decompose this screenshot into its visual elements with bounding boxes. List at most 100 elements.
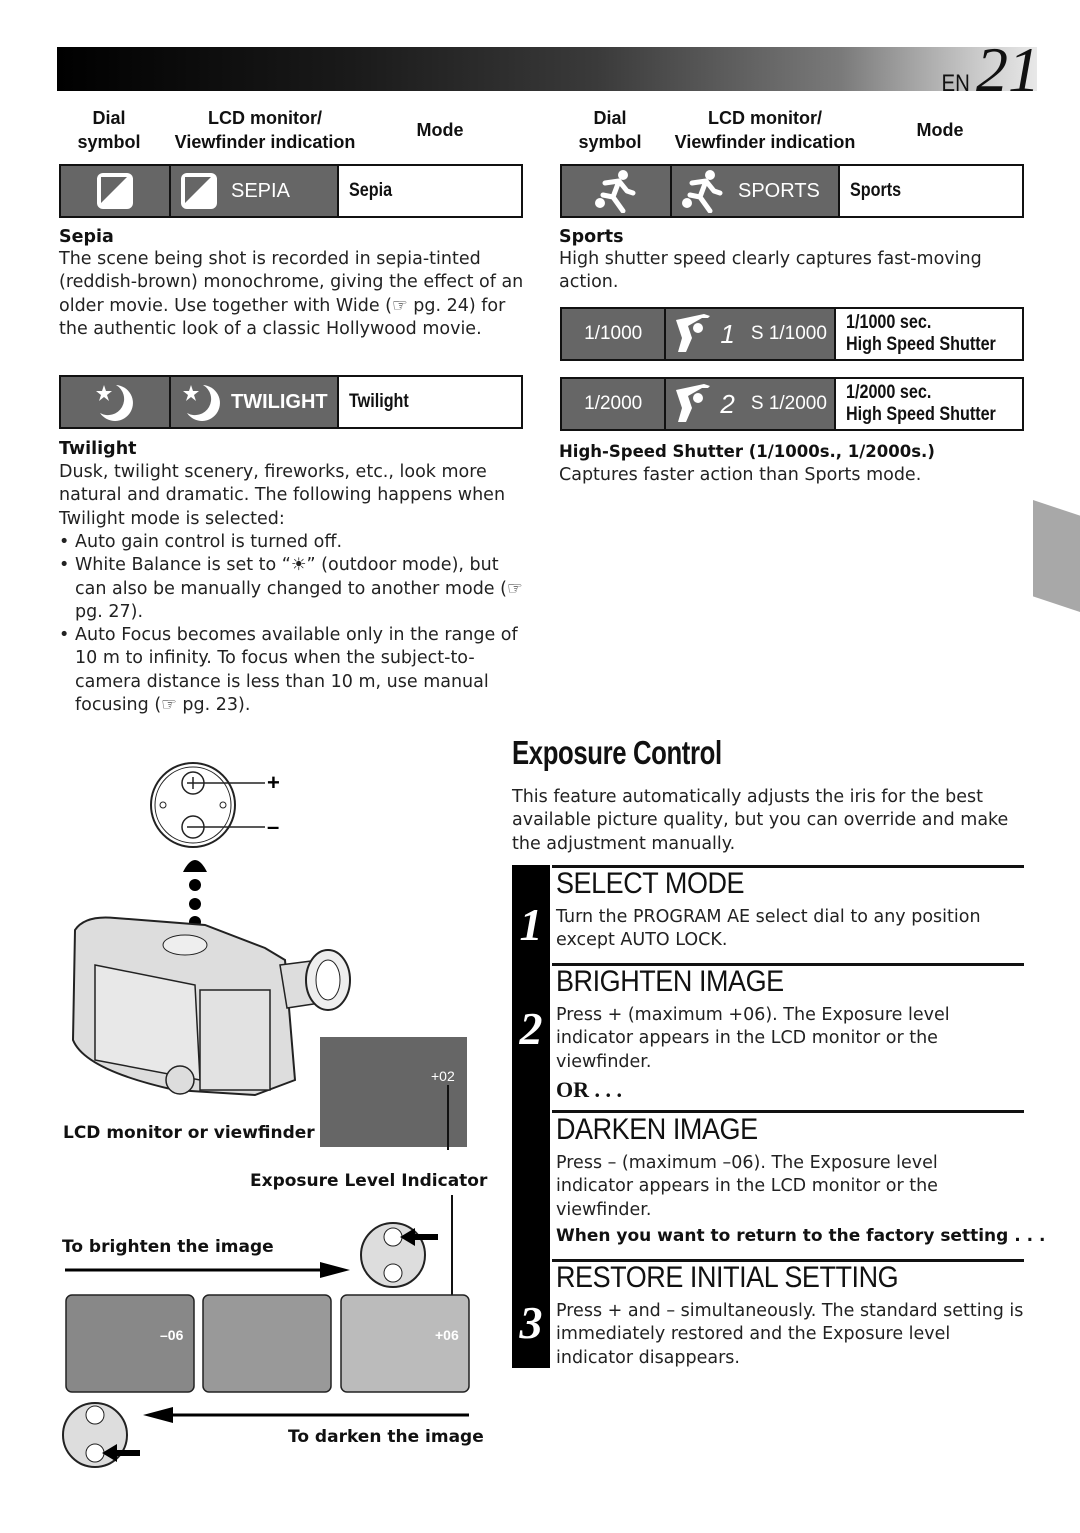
frame-value: –06 (160, 1327, 184, 1343)
mode-name-line2: High Speed Shutter (845, 404, 996, 425)
step-number: 2 (519, 1003, 543, 1054)
plus-label: + (267, 770, 280, 795)
bullet-item: White Balance is set to “☀” (outdoor mod… (59, 554, 529, 624)
step-text: Press + and – simultaneously. The standa… (556, 1301, 1024, 1368)
col-head-dial: Dial symbol (77, 108, 141, 152)
arrow-left-icon (143, 1407, 173, 1423)
twilight-icon (183, 385, 220, 421)
mode-row-shutter-1000: 1/1000 1 S 1/1000 1/1000 sec. High Speed … (560, 307, 1024, 361)
col-head-dial: Dial symbol (578, 108, 642, 152)
page-number-digits: 21 (976, 34, 1040, 105)
mode-name-line1: 1/2000 sec. (845, 382, 932, 403)
sepia-icon (181, 173, 217, 209)
twilight-icon (96, 385, 133, 421)
indication-label: SPORTS (738, 179, 820, 202)
golfer-icon (676, 314, 711, 352)
indication-label: S 1/1000 (750, 323, 827, 344)
mode-name-cell: Sepia (339, 166, 521, 216)
indication-label: S 1/2000 (750, 393, 827, 414)
sepia-icon (97, 173, 133, 209)
lcd-screen (320, 1037, 467, 1147)
col-head-mode: Mode (916, 120, 964, 140)
step-text: Turn the PROGRAM AE select dial to any p… (556, 907, 981, 951)
col-head-lcd: LCD monitor/ Viewfinder indication (674, 108, 856, 152)
col-head-lcd: LCD monitor/ Viewfinder indication (174, 108, 356, 152)
lcd-indication-cell: SEPIA (171, 166, 339, 216)
high-speed-description: Captures faster action than Sports mode. (559, 465, 922, 485)
language-code: EN (941, 70, 970, 97)
golfer-icon (676, 384, 711, 422)
step-number: 1 (519, 899, 543, 950)
dial-symbol-cell: 1/1000 (562, 309, 667, 359)
mode-name: Sepia (349, 180, 393, 201)
shutter-digit: 1 (720, 318, 735, 349)
camcorder-diagram: + – +02 (71, 762, 467, 1150)
bullet-item: Auto gain control is turned off. (59, 531, 529, 555)
exposure-steps-diagram: –06 +06 (62, 1195, 470, 1468)
mode-row-twilight: TWILIGHT Twilight (59, 375, 523, 429)
col-head-mode: Mode (416, 120, 464, 140)
lcd-indication-cell: TWILIGHT (171, 377, 339, 427)
exposure-intro: This feature automatically adjusts the i… (512, 787, 1009, 854)
sepia-description: The scene being shot is recorded in sepi… (59, 249, 524, 339)
dial-symbol-cell (562, 166, 672, 216)
step-text: Press – (maximum –06). The Exposure leve… (556, 1153, 938, 1220)
sports-heading: Sports (559, 227, 624, 247)
exposure-dial-icon (62, 1402, 140, 1468)
shutter-digit: 2 (720, 388, 735, 419)
exposure-dial-icon (360, 1222, 438, 1288)
twilight-bullets: Auto gain control is turned off. White B… (59, 531, 529, 717)
frame-dark: –06 (65, 1294, 195, 1393)
mode-name-line2: High Speed Shutter (845, 334, 996, 355)
lcd-indication-cell: 2 S 1/2000 (666, 379, 836, 429)
frame-value: +06 (435, 1327, 459, 1343)
minus-label: – (267, 814, 279, 839)
mode-name-cell: 1/2000 sec. High Speed Shutter (835, 379, 1022, 429)
high-speed-heading: High-Speed Shutter (1/1000s., 1/2000s.) (559, 442, 935, 461)
section-title: Exposure Control (512, 734, 722, 771)
frame-bright: +06 (340, 1294, 470, 1393)
dial-symbol-cell (61, 377, 171, 427)
step-number: 3 (519, 1297, 543, 1348)
mode-name-cell: 1/1000 sec. High Speed Shutter (835, 309, 1022, 359)
lcd-indication-cell: SPORTS (672, 166, 840, 216)
sports-icon (595, 170, 636, 213)
arrow-up-icon (183, 860, 207, 872)
page-number: EN 21 (939, 38, 1040, 102)
step-heading: DARKEN IMAGE (556, 1113, 758, 1146)
indication-label: TWILIGHT (231, 390, 328, 413)
twilight-description: Dusk, twilight scenery, fireworks, etc.,… (59, 462, 506, 529)
lcd-label: LCD monitor or viewfinder (63, 1123, 315, 1143)
arrow-right-icon (320, 1262, 350, 1278)
twilight-heading: Twilight (59, 439, 137, 459)
frame-normal (202, 1294, 332, 1393)
factory-note: When you want to return to the factory s… (556, 1226, 1046, 1246)
section-tab (1033, 500, 1080, 612)
lcd-exposure-value: +02 (431, 1068, 455, 1084)
step-text: Press + (maximum +06). The Exposure leve… (556, 1005, 950, 1072)
mode-row-sepia: SEPIA Sepia (59, 164, 523, 218)
bullet-item: Auto Focus becomes available only in the… (59, 624, 529, 717)
mode-name-group: 1/2000 sec. High Speed Shutter (846, 382, 996, 426)
camcorder-icon (71, 916, 351, 1097)
mode-name: Sports (850, 180, 902, 201)
mode-row-sports: SPORTS Sports (560, 164, 1024, 218)
mode-name: Twilight (349, 391, 409, 412)
mode-name-cell: Twilight (339, 377, 521, 427)
sepia-heading: Sepia (59, 227, 114, 247)
dial-symbol-cell: 1/2000 (562, 379, 667, 429)
sports-icon (682, 170, 723, 213)
exposure-dial-icon (150, 762, 265, 848)
step-heading: RESTORE INITIAL SETTING (556, 1261, 899, 1294)
header-gradient-bar (57, 47, 1037, 91)
mode-name-line1: 1/1000 sec. (845, 312, 932, 333)
mode-name-cell: Sports (840, 166, 1022, 216)
step-heading: SELECT MODE (556, 867, 745, 900)
step-heading: BRIGHTEN IMAGE (556, 965, 784, 998)
mode-name-group: 1/1000 sec. High Speed Shutter (846, 312, 996, 356)
or-label: OR . . . (556, 1077, 622, 1102)
sports-description: High shutter speed clearly captures fast… (559, 249, 982, 293)
lcd-indication-cell: 1 S 1/1000 (666, 309, 836, 359)
dial-symbol-cell (61, 166, 171, 216)
mode-row-shutter-2000: 1/2000 2 S 1/2000 1/2000 sec. High Speed … (560, 377, 1024, 431)
